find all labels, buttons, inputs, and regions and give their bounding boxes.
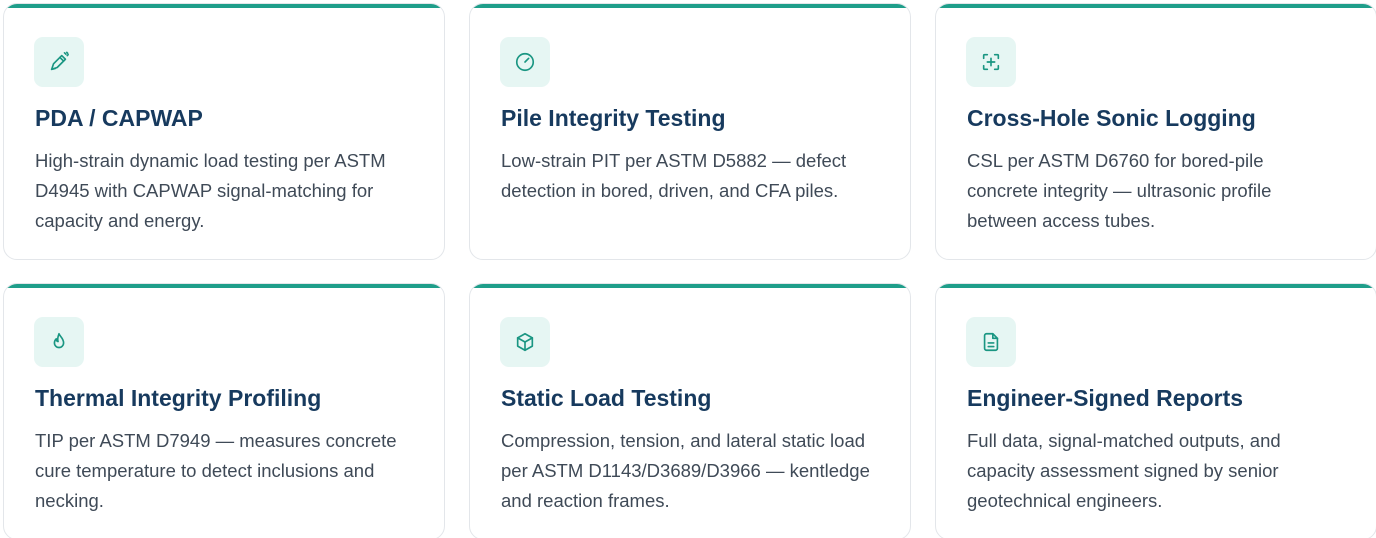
card-title: Thermal Integrity Profiling xyxy=(35,385,322,411)
gauge-icon xyxy=(500,37,550,87)
services-grid: PDA / CAPWAP High-strain dynamic load te… xyxy=(0,0,1376,538)
service-card-thermal: Thermal Integrity Profiling TIP per ASTM… xyxy=(3,283,445,538)
service-card-cross-hole: Cross-Hole Sonic Logging CSL per ASTM D6… xyxy=(935,3,1376,260)
card-description: Compression, tension, and lateral static… xyxy=(501,430,870,511)
card-title: PDA / CAPWAP xyxy=(35,105,203,131)
box-icon xyxy=(500,317,550,367)
card-description: CSL per ASTM D6760 for bored-pile concre… xyxy=(967,150,1272,231)
document-icon xyxy=(966,317,1016,367)
card-description: Low-strain PIT per ASTM D5882 — defect d… xyxy=(501,150,847,201)
pen-tool-icon xyxy=(34,37,84,87)
card-title: Static Load Testing xyxy=(501,385,712,411)
scan-focus-icon xyxy=(966,37,1016,87)
service-card-pda-capwap: PDA / CAPWAP High-strain dynamic load te… xyxy=(3,3,445,260)
service-card-static-load: Static Load Testing Compression, tension… xyxy=(469,283,911,538)
card-title: Pile Integrity Testing xyxy=(501,105,726,131)
card-title: Cross-Hole Sonic Logging xyxy=(967,105,1256,131)
flame-icon xyxy=(34,317,84,367)
card-title: Engineer-Signed Reports xyxy=(967,385,1244,411)
card-description: TIP per ASTM D7949 — measures concrete c… xyxy=(35,430,397,511)
card-description: High-strain dynamic load testing per AST… xyxy=(35,150,386,231)
service-card-pile-integrity: Pile Integrity Testing Low-strain PIT pe… xyxy=(469,3,911,260)
card-description: Full data, signal-matched outputs, and c… xyxy=(967,430,1281,511)
service-card-reports: Engineer-Signed Reports Full data, signa… xyxy=(935,283,1376,538)
